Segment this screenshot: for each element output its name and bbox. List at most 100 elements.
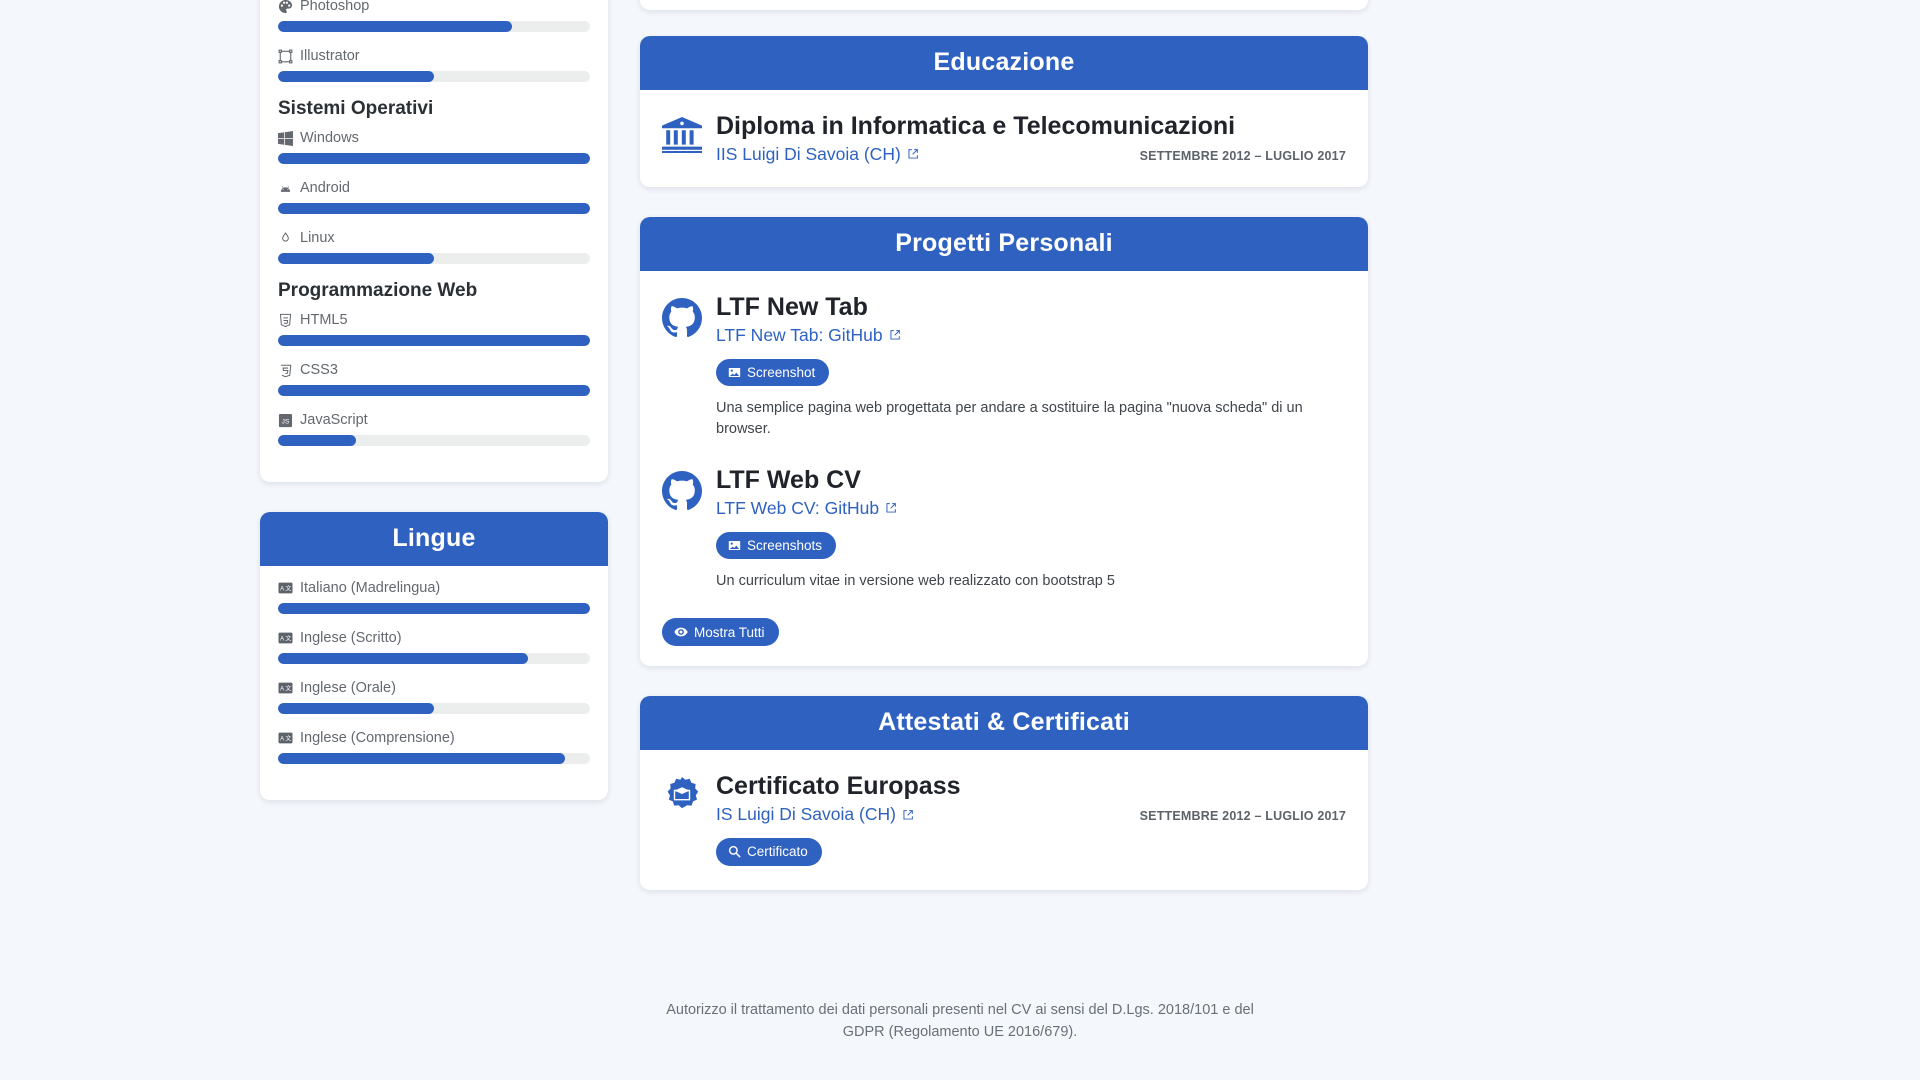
- skill-group-title: Programmazione Web: [278, 280, 478, 301]
- linux-tux-icon: [278, 231, 293, 246]
- entry-icon: [662, 112, 702, 165]
- skill-label: Photoshop: [278, 0, 590, 14]
- entry-action-button[interactable]: Certificato: [716, 838, 822, 866]
- skill-progress-track: [278, 385, 590, 396]
- entry-action-label: Screenshot: [747, 364, 816, 380]
- entry: Diploma in Informatica e Telecomunicazio…: [662, 108, 1346, 165]
- skill-row: A 文 Inglese (Comprensione): [278, 730, 590, 764]
- skill-row: A 文 Italiano (Madrelingua): [278, 580, 590, 614]
- entry-link-label: IIS Luigi Di Savoia (CH): [716, 143, 901, 164]
- skill-row: Illustrator: [278, 48, 590, 82]
- entry-link[interactable]: IIS Luigi Di Savoia (CH): [716, 144, 919, 165]
- language-icon: A文: [278, 681, 293, 696]
- skill-progress-fill: [278, 703, 434, 714]
- css3-icon: [278, 363, 293, 378]
- skill-name: HTML5: [300, 312, 348, 328]
- skill-label: HTML5: [278, 312, 590, 328]
- certificates-card-body: Certificato Europass IS Luigi Di Savoia (…: [640, 750, 1368, 889]
- skill-label: A 文 Inglese (Scritto): [278, 630, 590, 646]
- entry-link[interactable]: LTF Web CV: GitHub: [716, 498, 897, 519]
- skill-label: Linux: [278, 230, 590, 246]
- html5-icon: [278, 313, 293, 328]
- external-link-icon: [885, 502, 897, 514]
- svg-text:文: 文: [285, 734, 291, 742]
- entry-link[interactable]: LTF New Tab: GitHub: [716, 325, 901, 346]
- entry-main: Diploma in Informatica e Telecomunicazio…: [716, 112, 1346, 165]
- projects-card-body: LTF New Tab LTF New Tab: GitHub Screenshot…: [640, 271, 1368, 667]
- skill-name: Inglese (Comprensione): [300, 730, 455, 746]
- skill-progress-fill: [278, 335, 590, 346]
- entry-description: Un curriculum vitae in versione web real…: [716, 573, 1115, 590]
- show-all-button[interactable]: Mostra Tutti: [662, 618, 779, 647]
- entry-title: Diploma in Informatica e Telecomunicazio…: [716, 112, 1236, 140]
- footer-line-1: Autorizzo il trattamento dei dati person…: [666, 1002, 1254, 1018]
- svg-text:文: 文: [285, 684, 291, 692]
- entry-action-button[interactable]: Screenshot: [716, 358, 830, 386]
- skill-progress-fill: [278, 21, 512, 32]
- vector-square-icon: [278, 49, 293, 64]
- skills-card-body: Photoshop Illustrator Sistemi Operativi Wi…: [260, 0, 608, 482]
- skill-progress-fill: [278, 71, 434, 82]
- external-link-icon: [907, 148, 919, 160]
- entry-main: LTF Web CV LTF Web CV: GitHub Screenshots U…: [716, 466, 1346, 592]
- skill-label: CSS3: [278, 362, 590, 378]
- skill-row: JS JavaScript: [278, 412, 590, 446]
- javascript-icon: JS: [278, 413, 293, 428]
- languages-card-body: A 文 Italiano (Madrelingua) A 文 Inglese (Scrit…: [260, 566, 608, 800]
- entry: LTF New Tab LTF New Tab: GitHub Screenshot…: [662, 289, 1346, 440]
- show-all-button-label: Mostra Tutti: [694, 624, 765, 640]
- skill-row: HTML5: [278, 312, 590, 346]
- skill-progress-fill: [278, 435, 356, 446]
- skill-progress-fill: [278, 603, 590, 614]
- skill-progress-fill: [278, 203, 590, 214]
- skill-group: Sistemi Operativi Windows Android Linux: [278, 98, 590, 264]
- entry-action-button[interactable]: Screenshots: [716, 531, 837, 560]
- svg-text:JS: JS: [282, 418, 290, 425]
- entry-date: SETTEMBRE 2012 – LUGLIO 2017: [1139, 148, 1346, 163]
- svg-text:A: A: [280, 686, 284, 692]
- android-icon: [278, 181, 293, 196]
- svg-text:文: 文: [285, 584, 291, 592]
- svg-text:A: A: [280, 586, 284, 592]
- skill-row: A 文 Inglese (Orale): [278, 680, 590, 714]
- external-link-icon: [889, 329, 901, 341]
- skill-row: Photoshop: [278, 0, 590, 32]
- skill-progress-track: [278, 435, 590, 446]
- skill-name: Illustrator: [300, 48, 360, 64]
- projects-card-title: Progetti Personali: [640, 216, 1368, 271]
- image-icon: [728, 366, 741, 379]
- magnifier-icon: [728, 845, 741, 858]
- certificates-card: Attestati & Certificati Certificato Euro…: [640, 696, 1368, 890]
- skill-label: A 文 Inglese (Orale): [278, 680, 590, 696]
- experience-card-clipped: [640, 0, 1368, 10]
- entry-meta-row: IS Luigi Di Savoia (CH) SETTEMBRE 2012 – …: [716, 804, 1346, 825]
- projects-card: Progetti Personali LTF New Tab LTF New Ta…: [640, 216, 1368, 667]
- skill-progress-track: [278, 653, 590, 664]
- entry-action-label: Screenshots: [747, 537, 823, 553]
- skill-progress-track: [278, 71, 590, 82]
- skill-row: CSS3: [278, 362, 590, 396]
- svg-text:A: A: [280, 736, 284, 742]
- skill-row: Android: [278, 180, 590, 214]
- windows-icon: [278, 130, 293, 146]
- languages-card-title: Lingue: [260, 512, 608, 566]
- entry: Certificato Europass IS Luigi Di Savoia (…: [662, 768, 1346, 866]
- skill-progress-track: [278, 253, 590, 264]
- language-icon: A文: [278, 581, 293, 596]
- entry-main: Certificato Europass IS Luigi Di Savoia (…: [716, 772, 1346, 866]
- skill-name: Windows: [300, 130, 359, 146]
- skill-progress-track: [278, 335, 590, 346]
- skill-name: Italiano (Madrelingua): [300, 580, 441, 596]
- entry-action-label: Certificato: [747, 844, 808, 860]
- skill-name: Android: [300, 180, 350, 196]
- education-card: Educazione Diploma in Informatica e Tele…: [640, 36, 1368, 187]
- languages-card: Lingue A 文 Italiano (Madrelingua) A 文 Inglese…: [260, 512, 608, 800]
- entry-link[interactable]: IS Luigi Di Savoia (CH): [716, 804, 914, 825]
- external-link-icon: [902, 809, 914, 821]
- skill-row: Windows: [278, 130, 590, 164]
- skill-progress-track: [278, 603, 590, 614]
- skill-name: Inglese (Scritto): [300, 630, 402, 646]
- language-icon: A文: [278, 631, 293, 646]
- entry-meta-row: LTF New Tab: GitHub: [716, 325, 1346, 346]
- entry-date: SETTEMBRE 2012 – LUGLIO 2017: [1139, 809, 1346, 824]
